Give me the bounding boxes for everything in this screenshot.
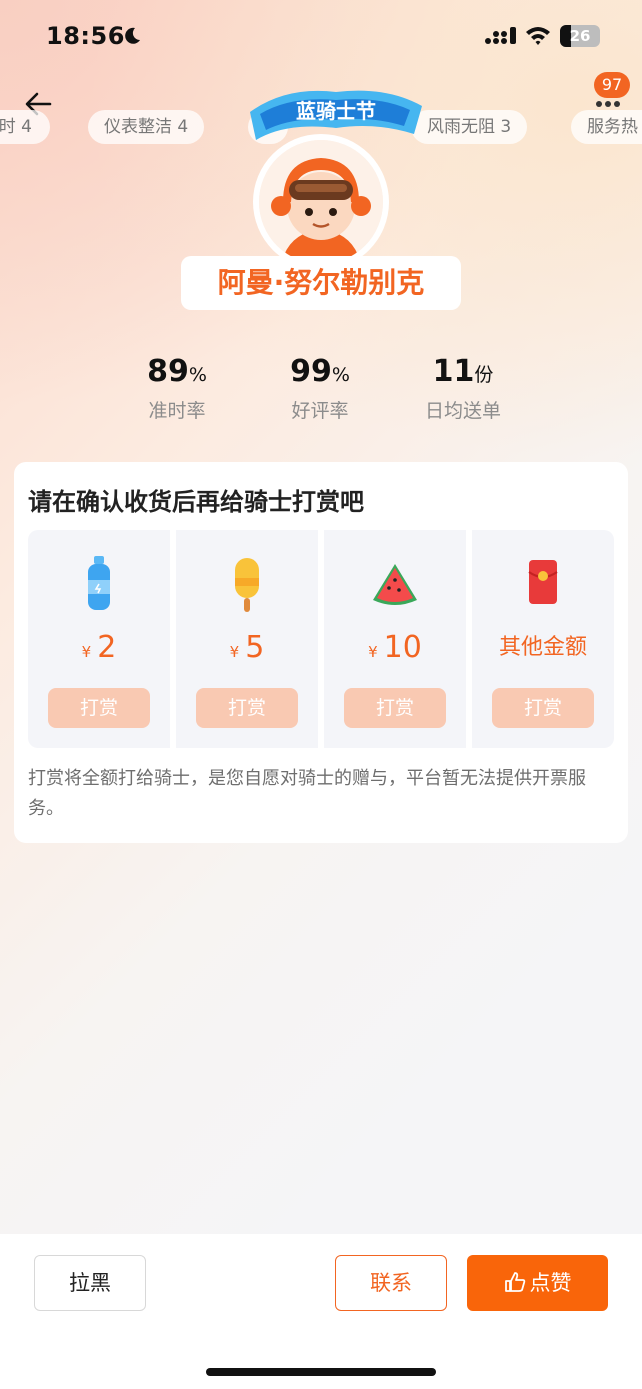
moon-icon [125,27,140,44]
tag-all-weather: 风雨无阻 3 [411,110,528,144]
stat-unit: % [331,364,350,386]
wifi-icon [526,27,550,45]
contact-button[interactable]: 联系 [335,1255,447,1311]
stat-label: 日均送单 [424,400,501,422]
battery-level: 26 [569,27,591,45]
tip-option-10[interactable]: ¥10 打赏 [324,530,466,748]
stat-label: 好评率 [291,400,349,422]
tip-amount-value: 5 [245,630,265,665]
tip-amount-value: 10 [383,630,422,665]
festival-banner-icon: 蓝骑士节 [250,90,422,140]
water-bottle-icon [88,556,110,610]
red-envelope-icon [528,560,558,604]
tip-button[interactable]: 打赏 [196,688,298,728]
block-button[interactable]: 拉黑 [34,1255,146,1311]
tip-amount: ¥10 [324,630,466,666]
tip-card-title: 请在确认收货后再给骑士打赏吧 [28,488,364,516]
banner-text: 蓝骑士节 [296,99,376,123]
festival-banner: 蓝骑士节 [246,82,426,148]
tip-amount: ¥5 [176,630,318,666]
tip-option-other[interactable]: 其他金额 打赏 [472,530,614,748]
stat-daily-orders: 11份 日均送单 [398,352,528,423]
status-time: 18:56 [46,22,125,50]
tip-amount-other: 其他金额 [498,635,587,660]
thumbs-up-icon [504,1272,525,1292]
stat-value: 89 [147,354,189,389]
status-bar: 18:56 26 [0,0,642,74]
tag-service: 服务热 [571,110,642,144]
battery-icon: 26 [560,25,600,47]
tag-tidy: 仪表整洁 4 [88,110,205,144]
like-button-label: 点赞 [529,1271,572,1295]
stat-label: 准时率 [148,400,206,422]
stat-value: 11 [432,354,475,389]
stat-unit: % [188,364,207,386]
signal-icon [485,27,516,44]
tip-button[interactable]: 打赏 [48,688,150,728]
stat-value: 99 [290,354,332,389]
currency-symbol: ¥ [229,643,240,661]
home-indicator [206,1368,436,1376]
tip-amount: 其他金额 [472,630,614,666]
tip-card: 请在确认收货后再给骑士打赏吧 ¥2 打赏 ¥5 打赏 ¥10 打赏 其他金额 打… [14,462,628,843]
currency-symbol: ¥ [81,643,92,661]
stat-on-time: 89% 准时率 [112,352,242,423]
tip-amount-value: 2 [97,630,117,665]
rider-name: 阿曼·努尔勒别克 [181,256,461,310]
stat-rating: 99% 好评率 [255,352,385,423]
like-button[interactable]: 点赞 [467,1255,608,1311]
bottom-action-bar: 拉黑 联系 点赞 [0,1234,642,1389]
watermelon-icon [373,564,417,605]
popsicle-icon [235,558,259,612]
tip-disclaimer: 打赏将全额打给骑士，是您自愿对骑士的赠与，平台暂无法提供开票服务。 [28,768,586,819]
rider-mascot-icon [259,140,383,264]
avatar [259,140,383,264]
currency-symbol: ¥ [368,643,378,661]
tip-option-5[interactable]: ¥5 打赏 [176,530,318,748]
tag-punctual: 时 4 [0,110,50,144]
stat-unit: 份 [474,364,494,386]
tip-amount: ¥2 [28,630,170,666]
tip-button[interactable]: 打赏 [492,688,594,728]
tip-option-2[interactable]: ¥2 打赏 [28,530,170,748]
tip-button[interactable]: 打赏 [344,688,446,728]
